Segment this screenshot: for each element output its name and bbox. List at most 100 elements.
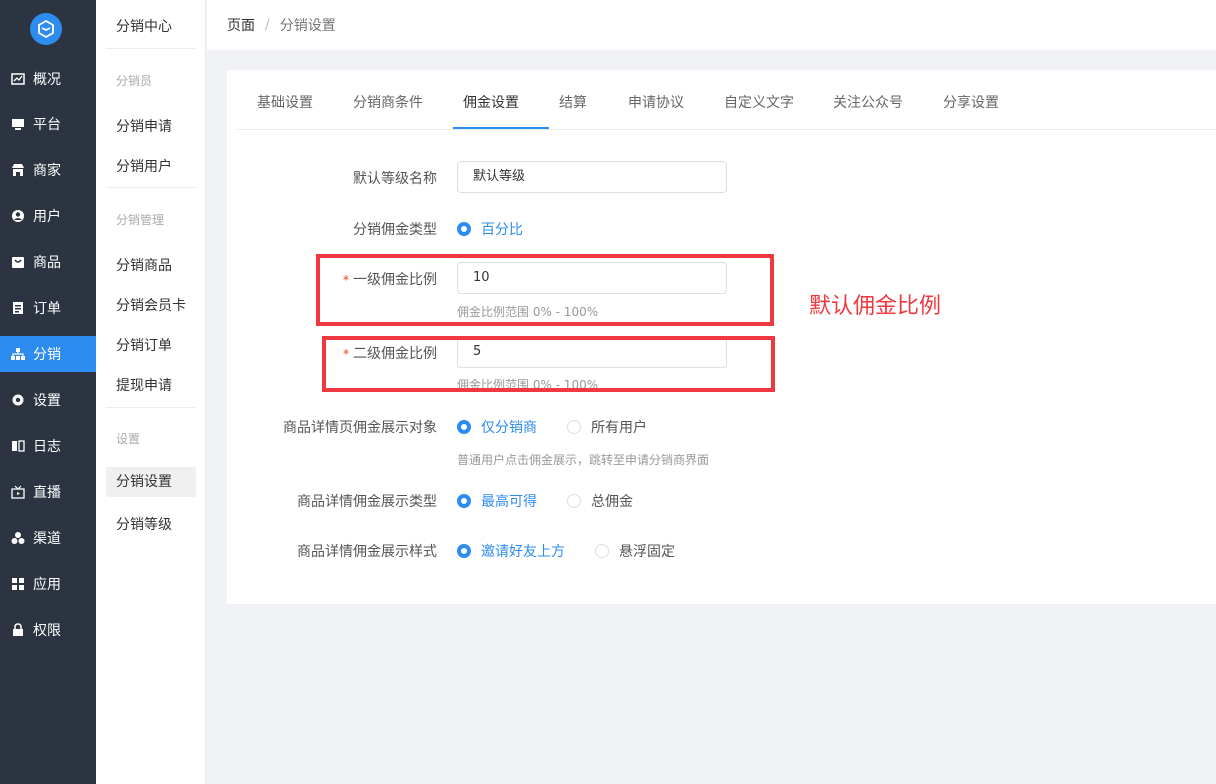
app-logo[interactable] <box>30 13 62 45</box>
tab-follow-account[interactable]: 关注公众号 <box>833 92 903 112</box>
radio-label: 仅分销商 <box>481 420 537 436</box>
commission-type-label: 分销佣金类型 <box>353 222 437 238</box>
display-target-label: 商品详情页佣金展示对象 <box>283 420 437 436</box>
radio-dot <box>457 544 471 558</box>
sidebar-item-label: 应用 <box>33 577 61 593</box>
tv-icon <box>11 485 25 499</box>
submenu-item-products[interactable]: 分销商品 <box>116 255 172 275</box>
submenu-title: 分销中心 <box>116 19 172 35</box>
annotation-text: 默认佣金比例 <box>809 294 942 319</box>
display-type-total-radio[interactable]: 总佣金 <box>567 491 633 511</box>
divider <box>106 48 196 49</box>
book-icon <box>11 439 25 453</box>
tab-share[interactable]: 分享设置 <box>943 92 999 112</box>
hierarchy-icon <box>11 347 25 361</box>
radio-label: 邀请好友上方 <box>481 544 565 560</box>
sidebar-item-channel[interactable]: 渠道 <box>0 520 96 556</box>
submenu-item-users[interactable]: 分销用户 <box>116 156 172 176</box>
bag-icon <box>11 255 25 269</box>
sidebar-item-product[interactable]: 商品 <box>0 244 96 280</box>
sidebar-item-label: 分销 <box>33 347 61 363</box>
sidebar-item-label: 概况 <box>33 72 61 88</box>
radio-dot <box>567 420 581 434</box>
radio-label: 总佣金 <box>591 494 633 510</box>
default-level-label: 默认等级名称 <box>353 171 437 187</box>
sidebar-item-user[interactable]: 用户 <box>0 198 96 234</box>
active-tab-indicator <box>453 127 549 129</box>
display-type-max-radio[interactable]: 最高可得 <box>457 491 537 511</box>
sub-sidebar: 分销中心 分销员 分销申请 分销用户 分销管理 分销商品 分销会员卡 分销订单 … <box>96 0 206 784</box>
sidebar-item-label: 订单 <box>33 301 61 317</box>
display-target-help: 普通用户点击佣金展示，跳转至申请分销商界面 <box>457 453 710 467</box>
divider <box>106 407 196 408</box>
display-style-label: 商品详情佣金展示样式 <box>297 544 437 560</box>
sidebar-item-live[interactable]: 直播 <box>0 474 96 510</box>
display-style-invite-radio[interactable]: 邀请好友上方 <box>457 541 565 561</box>
sidebar-item-apps[interactable]: 应用 <box>0 566 96 602</box>
sidebar-item-order[interactable]: 订单 <box>0 290 96 326</box>
sidebar-item-label: 权限 <box>33 623 61 639</box>
radio-dot <box>595 544 609 558</box>
sidebar-item-platform[interactable]: 平台 <box>0 106 96 142</box>
radio-label: 悬浮固定 <box>619 544 675 560</box>
monitor-icon <box>11 117 25 131</box>
sidebar-item-permission[interactable]: 权限 <box>0 612 96 648</box>
tab-basic[interactable]: 基础设置 <box>257 92 313 112</box>
submenu-item-orders[interactable]: 分销订单 <box>116 335 172 355</box>
tab-custom-text[interactable]: 自定义文字 <box>724 92 794 112</box>
commission-type-percent-radio[interactable]: 百分比 <box>457 219 523 239</box>
clipboard-icon <box>11 301 25 315</box>
sidebar-item-label: 用户 <box>33 209 61 225</box>
display-type-label: 商品详情佣金展示类型 <box>297 494 437 510</box>
tab-settlement[interactable]: 结算 <box>559 92 587 112</box>
sidebar-item-merchant[interactable]: 商家 <box>0 152 96 188</box>
display-target-all-users-radio[interactable]: 所有用户 <box>567 417 647 437</box>
sidebar-item-label: 平台 <box>33 117 61 133</box>
gear-icon <box>11 393 25 407</box>
tab-agreement[interactable]: 申请协议 <box>628 92 684 112</box>
sidebar-item-label: 直播 <box>33 485 61 501</box>
radio-label: 最高可得 <box>481 494 537 510</box>
radio-dot <box>457 420 471 434</box>
main-sidebar: 概况 平台 商家 用户 商品 订单 分销 设置 日志 直播 渠道 应用 权限 <box>0 0 96 784</box>
submenu-item-member-card[interactable]: 分销会员卡 <box>116 295 186 315</box>
sidebar-item-label: 商家 <box>33 163 61 179</box>
logo-icon <box>38 19 54 39</box>
breadcrumb-current: 分销设置 <box>279 18 336 34</box>
display-style-float-radio[interactable]: 悬浮固定 <box>595 541 675 561</box>
tab-commission[interactable]: 佣金设置 <box>463 92 519 112</box>
chart-icon <box>11 72 25 86</box>
sidebar-item-settings[interactable]: 设置 <box>0 382 96 418</box>
display-target-distributor-radio[interactable]: 仅分销商 <box>457 417 537 437</box>
user-icon <box>11 209 25 223</box>
default-level-input[interactable]: 默认等级 <box>457 161 727 193</box>
highlight-box-level1 <box>316 254 774 326</box>
highlight-box-level2 <box>322 336 775 392</box>
sidebar-item-label: 设置 <box>33 393 61 409</box>
grid-icon <box>11 577 25 591</box>
radio-label: 百分比 <box>481 222 523 238</box>
sidebar-item-label: 渠道 <box>33 531 61 547</box>
cluster-icon <box>11 531 25 545</box>
radio-label: 所有用户 <box>591 420 647 436</box>
submenu-group-settings: 设置 <box>116 432 141 446</box>
breadcrumb-separator: / <box>265 17 270 33</box>
submenu-item-levels[interactable]: 分销等级 <box>116 514 172 534</box>
tab-bar: 基础设置 分销商条件 佣金设置 结算 申请协议 自定义文字 关注公众号 分享设置 <box>237 70 1216 130</box>
submenu-item-apply[interactable]: 分销申请 <box>116 116 172 136</box>
lock-icon <box>11 623 25 637</box>
sidebar-item-distribution[interactable]: 分销 <box>0 336 96 372</box>
radio-dot <box>457 494 471 508</box>
sidebar-item-overview[interactable]: 概况 <box>0 61 96 97</box>
radio-dot <box>457 222 471 236</box>
submenu-item-withdraw[interactable]: 提现申请 <box>116 375 172 395</box>
breadcrumb-root[interactable]: 页面 <box>227 15 255 35</box>
submenu-group-management: 分销管理 <box>116 213 165 227</box>
sidebar-item-label: 日志 <box>33 439 61 455</box>
breadcrumb: 页面 / 分销设置 <box>207 0 1216 50</box>
sidebar-item-log[interactable]: 日志 <box>0 428 96 464</box>
submenu-group-distributor: 分销员 <box>116 74 153 88</box>
tab-distributor-conditions[interactable]: 分销商条件 <box>353 92 423 112</box>
radio-dot <box>567 494 581 508</box>
store-icon <box>11 163 25 177</box>
